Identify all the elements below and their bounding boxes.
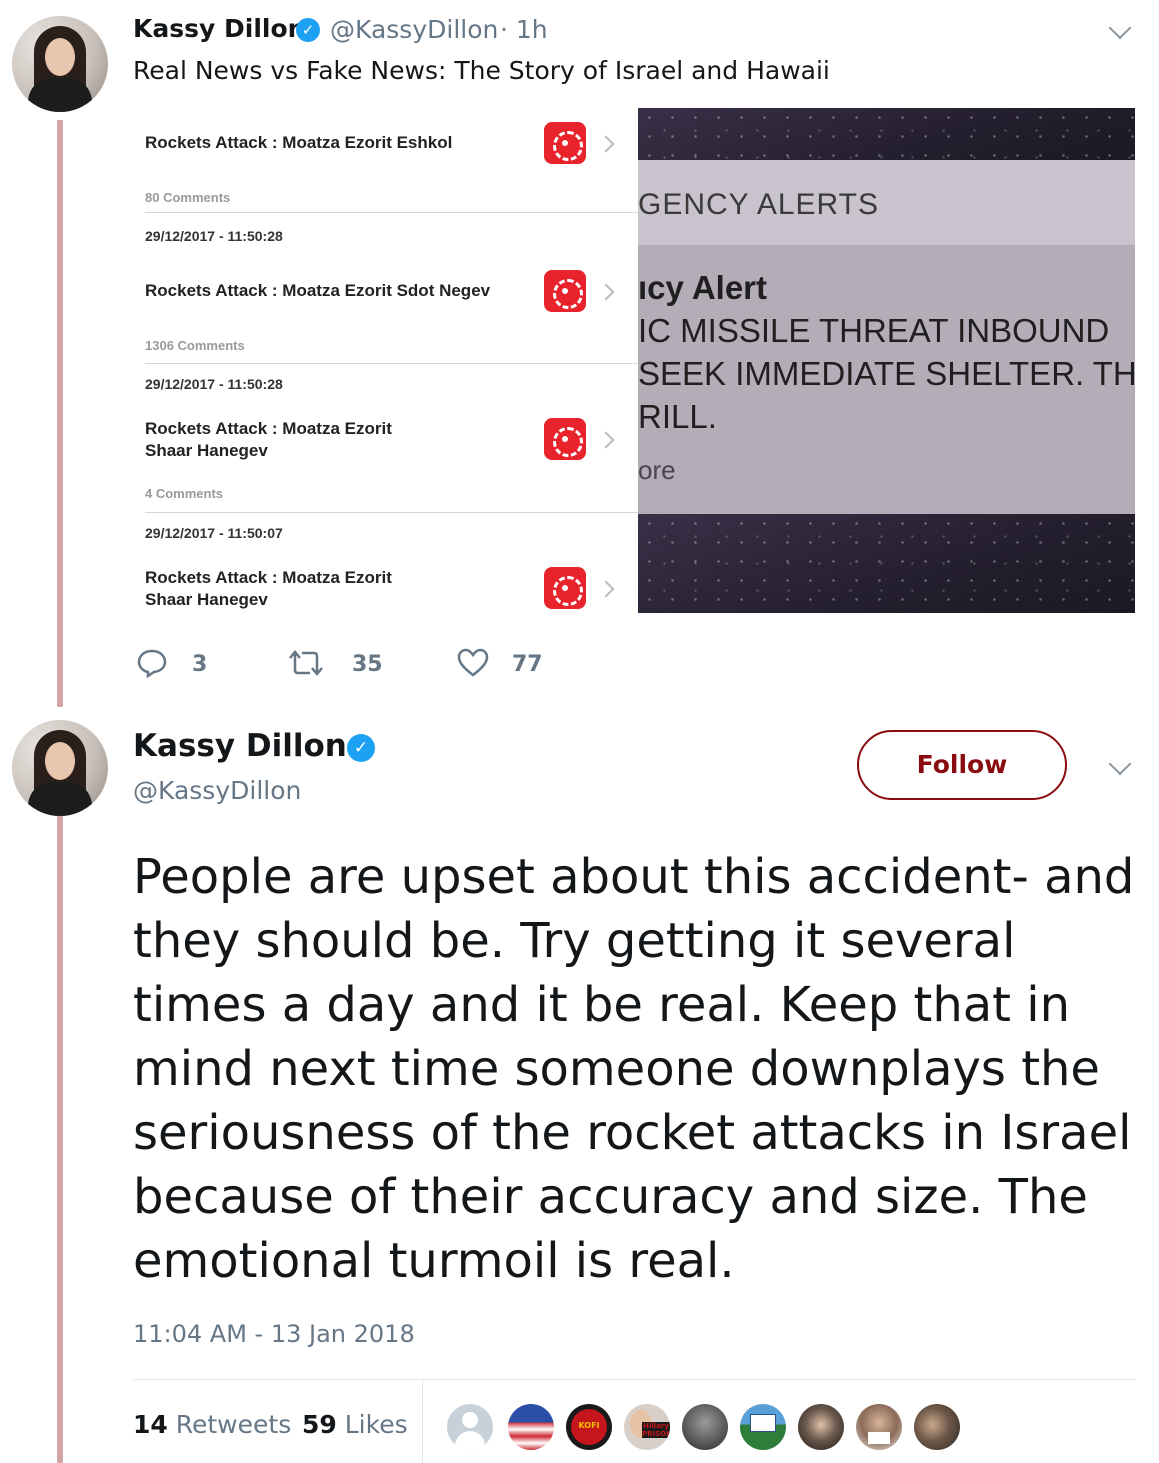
tweet-age[interactable]: · 1h [500, 15, 548, 44]
alert-body-title: ıcy Alert [638, 269, 768, 306]
heart-icon [457, 648, 489, 677]
tweet-timestamp[interactable]: 11:04 AM - 13 Jan 2018 [133, 1320, 415, 1348]
like-button[interactable]: 77 [456, 648, 556, 678]
retweets-count: 14 [133, 1410, 168, 1439]
author-name[interactable]: Kassy Dillon [133, 728, 347, 764]
chevron-right-icon [597, 135, 615, 153]
verified-icon: ✓ [296, 18, 320, 42]
alert-header-text: GENCY ALERTS [638, 188, 879, 221]
liker-avatar-woman-sign[interactable] [856, 1404, 902, 1450]
divider [133, 1379, 1135, 1380]
siren-icon [544, 122, 586, 164]
verified-icon: ✓ [347, 734, 375, 762]
tweet-text: People are upset about this accident- an… [133, 849, 1135, 1289]
reply-count: 3 [192, 652, 208, 677]
alert-line: RILL. [638, 398, 717, 435]
liker-avatar-group[interactable] [914, 1404, 960, 1450]
siren-icon [544, 270, 586, 312]
author-name[interactable]: Kassy Dillon [133, 14, 305, 43]
divider [422, 1380, 423, 1463]
reply-icon [137, 649, 167, 678]
retweet-count: 35 [352, 652, 383, 677]
author-handle[interactable]: @KassyDillon [330, 15, 498, 44]
avatar[interactable] [12, 720, 108, 816]
chevron-right-icon [597, 431, 615, 449]
alert-timestamp: 29/12/2017 - 11:50:28 [145, 228, 283, 244]
liker-avatar-texas[interactable] [740, 1404, 786, 1450]
alert-comments: 4 Comments [145, 486, 224, 501]
liker-avatar-default[interactable] [447, 1404, 493, 1450]
alert-timestamp: 29/12/2017 - 11:50:07 [145, 525, 283, 541]
avatar[interactable] [12, 16, 108, 112]
alert-title-line-2: Shaar Hanegev [145, 590, 268, 609]
tweet-media[interactable]: Rockets Attack : Moatza Ezorit Eshkol 80… [133, 108, 1135, 613]
chevron-right-icon [597, 283, 615, 301]
israel-alerts-screenshot: Rockets Attack : Moatza Ezorit Eshkol 80… [133, 108, 638, 613]
author-handle[interactable]: @KassyDillon [133, 776, 301, 805]
divider [145, 363, 638, 364]
alert-timestamp: 29/12/2017 - 11:50:28 [145, 376, 283, 392]
alert-line: IC MISSILE THREAT INBOUND [638, 312, 1110, 349]
liker-avatar-soldier[interactable] [682, 1404, 728, 1450]
like-count: 77 [512, 652, 543, 677]
siren-icon [544, 567, 586, 609]
chevron-right-icon [597, 580, 615, 598]
follow-button[interactable]: Follow [857, 730, 1067, 800]
alert-body: ıcy Alert IC MISSILE THREAT INBOUND SEEK… [638, 245, 1135, 514]
retweets-stat[interactable]: 14 Retweets [133, 1410, 291, 1439]
tweet-text: Real News vs Fake News: The Story of Isr… [133, 56, 830, 85]
liker-avatar-text: Hillary PRISON [642, 1422, 670, 1438]
retweets-label: Retweets [175, 1410, 292, 1439]
reply-button[interactable]: 3 [136, 648, 216, 678]
divider [145, 512, 638, 513]
liker-avatar-badge[interactable]: KOFI [566, 1404, 612, 1450]
likes-stat[interactable]: 59 Likes [302, 1410, 408, 1439]
alert-title: Rockets Attack : Moatza Ezorit Sdot Nege… [145, 281, 491, 300]
likes-label: Likes [344, 1410, 408, 1439]
divider [145, 212, 638, 213]
thread-line-1 [57, 120, 63, 707]
starry-background [638, 514, 1135, 613]
retweet-icon [289, 650, 323, 676]
alert-more: ore [638, 455, 676, 485]
liker-avatar-flag[interactable] [508, 1404, 554, 1450]
chevron-down-icon[interactable] [1108, 752, 1132, 776]
alert-title: Rockets Attack : Moatza Ezorit [145, 419, 392, 438]
siren-icon [544, 418, 586, 460]
retweet-button[interactable]: 35 [286, 648, 386, 678]
liker-avatar-hillary[interactable]: Hillary PRISON [624, 1404, 670, 1450]
hawaii-alert-screenshot: GENCY ALERTS ıcy Alert IC MISSILE THREAT… [638, 108, 1135, 613]
alert-comments: 1306 Comments [145, 338, 245, 353]
alert-title: Rockets Attack : Moatza Ezorit Eshkol [145, 133, 453, 152]
liker-avatar-text: KOFI [578, 1421, 600, 1430]
alert-line: SEEK IMMEDIATE SHELTER. TH [638, 355, 1135, 392]
alert-comments: 80 Comments [145, 190, 231, 205]
alert-header-bar: GENCY ALERTS [638, 160, 1135, 245]
liker-avatar-woman[interactable] [798, 1404, 844, 1450]
chevron-down-icon[interactable] [1108, 16, 1132, 40]
likes-count: 59 [302, 1410, 337, 1439]
alert-title-line-2: Shaar Hanegev [145, 441, 268, 460]
alert-title: Rockets Attack : Moatza Ezorit [145, 568, 392, 587]
thread-line-2 [57, 815, 63, 1463]
starry-background [638, 108, 1135, 160]
